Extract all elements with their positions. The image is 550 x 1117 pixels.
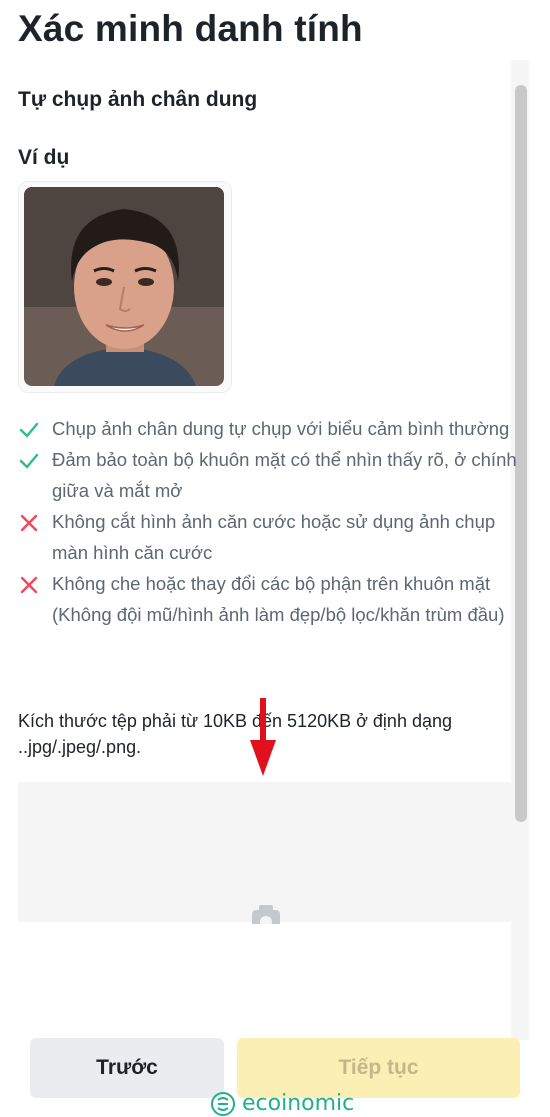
check-icon — [19, 453, 39, 469]
ecoinomic-logo-icon — [211, 1091, 235, 1116]
camera-icon[interactable] — [246, 902, 286, 924]
watermark: ecoinomic — [210, 1090, 354, 1117]
page-title: Xác minh danh tính — [18, 8, 363, 49]
arrow-down-icon — [250, 698, 276, 776]
section-title: Tự chụp ảnh chân dung — [18, 88, 258, 111]
example-photo-frame — [18, 181, 232, 393]
rule-item: Đảm bảo toàn bộ khuôn mặt có thể nhìn th… — [18, 444, 518, 506]
rule-item: Chụp ảnh chân dung tự chụp với biểu cảm … — [18, 413, 518, 444]
watermark-text: ecoinomic — [242, 1091, 355, 1116]
selfie-upload-area[interactable] — [18, 782, 515, 922]
check-icon — [19, 422, 39, 438]
continue-button[interactable]: Tiếp tục — [237, 1038, 520, 1098]
back-button[interactable]: Trước — [30, 1038, 224, 1098]
example-label: Ví dụ — [18, 146, 70, 169]
cross-icon — [20, 514, 38, 532]
rule-item: Không cắt hình ảnh căn cước hoặc sử dụng… — [18, 506, 518, 568]
example-portrait-image — [24, 187, 224, 386]
rule-item: Không che hoặc thay đổi các bộ phận trên… — [18, 568, 518, 630]
cross-icon — [20, 576, 38, 594]
photo-rules-list: Chụp ảnh chân dung tự chụp với biểu cảm … — [18, 413, 518, 630]
